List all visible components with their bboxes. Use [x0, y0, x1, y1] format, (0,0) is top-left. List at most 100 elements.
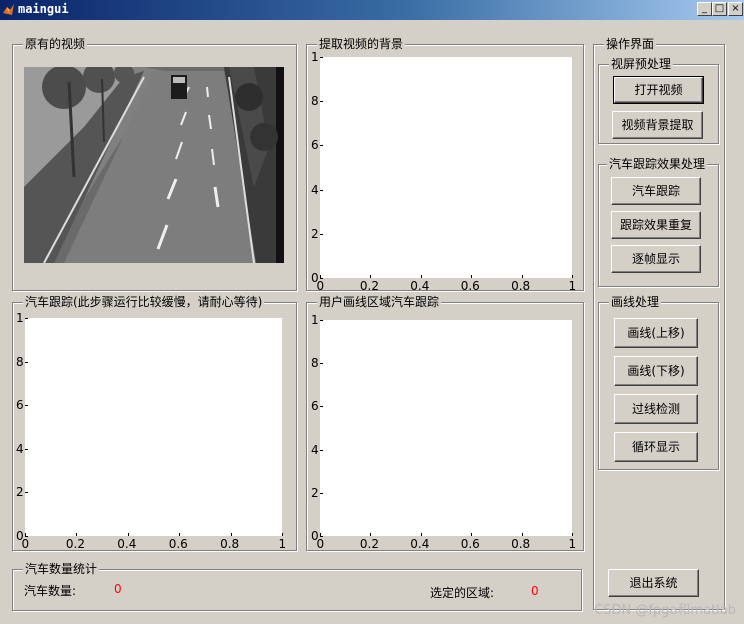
x-tick-label: 0.4 — [410, 279, 430, 293]
background-axes — [320, 57, 572, 278]
y-tick-mark — [25, 405, 28, 407]
y-tick-mark — [320, 406, 323, 408]
x-tick-mark — [521, 533, 523, 536]
y-tick-label: 0 — [311, 529, 319, 543]
title-bar: maingui _ □ × — [0, 0, 744, 20]
x-tick-mark — [420, 275, 422, 278]
y-tick-mark — [320, 536, 323, 537]
x-tick-label: 0.2 — [359, 279, 379, 293]
x-tick-label: 1 — [278, 537, 287, 551]
y-tick-mark — [320, 278, 323, 279]
y-tick-mark — [320, 189, 323, 191]
y-tick-label: 8 — [311, 94, 319, 109]
y-tick-label: 4 — [16, 441, 24, 456]
line-check-button[interactable]: 过线检测 — [614, 394, 698, 424]
car-count-value: 0 — [114, 582, 122, 596]
x-tick-label: 0.6 — [460, 537, 480, 551]
x-tick-mark — [76, 533, 78, 536]
frame-by-frame-button[interactable]: 逐帧显示 — [611, 245, 701, 273]
exit-button[interactable]: 退出系统 — [608, 569, 699, 597]
x-tick-mark — [230, 533, 232, 536]
x-tick-mark — [420, 533, 422, 536]
x-tick-mark — [179, 533, 181, 536]
x-tick-mark — [471, 275, 473, 278]
y-tick-mark — [320, 233, 323, 235]
x-tick-label: 0.8 — [220, 537, 240, 551]
x-tick-mark — [127, 533, 129, 536]
loop-show-button[interactable]: 循环显示 — [614, 432, 698, 462]
replay-button[interactable]: 跟踪效果重复 — [611, 211, 701, 239]
y-tick-label: 1 — [311, 50, 319, 64]
panel-title: 汽车跟踪效果处理 — [607, 157, 708, 171]
y-tick-mark — [320, 320, 323, 321]
y-tick-label: 8 — [16, 354, 24, 369]
car-track-button[interactable]: 汽车跟踪 — [611, 177, 701, 205]
x-tick-label: 0.8 — [511, 279, 531, 293]
tracking-axes — [25, 318, 282, 536]
maximize-icon[interactable]: □ — [712, 2, 727, 16]
line-down-button[interactable]: 画线(下移) — [614, 356, 698, 386]
y-tick-label: 1 — [16, 311, 24, 325]
matlab-logo-icon — [3, 4, 14, 15]
x-tick-label: 0.4 — [410, 537, 430, 551]
panel-title: 视屏预处理 — [609, 57, 674, 71]
panel-title: 汽车数量统计 — [23, 562, 100, 576]
panel-title: 用户画线区域汽车跟踪 — [317, 295, 442, 309]
x-tick-label: 0.8 — [511, 537, 531, 551]
y-tick-mark — [320, 101, 323, 103]
window-title: maingui — [18, 2, 69, 16]
y-tick-label: 0 — [311, 271, 319, 285]
x-tick-mark — [521, 275, 523, 278]
y-tick-mark — [320, 449, 323, 451]
x-tick-label: 0.4 — [117, 537, 137, 551]
y-tick-label: 1 — [311, 313, 319, 327]
y-tick-mark — [320, 363, 323, 365]
panel-title: 提取视频的背景 — [317, 37, 406, 51]
y-tick-label: 4 — [311, 182, 319, 197]
x-tick-label: 0.6 — [168, 537, 188, 551]
x-tick-label: 1 — [568, 279, 577, 293]
stats-panel: 汽车数量统计 — [12, 562, 582, 611]
close-icon[interactable]: × — [728, 2, 743, 16]
y-tick-label: 0 — [16, 529, 24, 543]
x-tick-label: 1 — [568, 537, 577, 551]
y-tick-mark — [320, 492, 323, 494]
video-frame — [24, 67, 284, 263]
user-region-axes — [320, 320, 572, 536]
line-up-button[interactable]: 画线(上移) — [614, 318, 698, 348]
watermark-text: CSDN @fpga和matlab — [594, 603, 736, 618]
y-tick-mark — [25, 361, 28, 363]
region-label: 选定的区域: — [430, 586, 495, 600]
x-tick-mark — [370, 275, 372, 278]
x-tick-label: 0.2 — [65, 537, 85, 551]
panel-title: 操作界面 — [604, 37, 657, 51]
bg-extract-button[interactable]: 视频背景提取 — [612, 111, 703, 139]
y-tick-mark — [25, 536, 28, 537]
y-tick-label: 6 — [311, 138, 319, 153]
region-value: 0 — [531, 584, 539, 598]
y-tick-label: 2 — [311, 485, 319, 500]
x-tick-mark — [572, 533, 573, 536]
y-tick-mark — [25, 448, 28, 450]
y-tick-label: 6 — [311, 399, 319, 414]
y-tick-label: 2 — [16, 485, 24, 500]
y-tick-mark — [25, 492, 28, 494]
y-tick-label: 8 — [311, 356, 319, 371]
panel-title: 汽车跟踪(此步骤运行比较缓慢，请耐心等待) — [23, 295, 265, 309]
x-tick-mark — [370, 533, 372, 536]
car-count-label: 汽车数量: — [24, 584, 77, 598]
x-tick-mark — [471, 533, 473, 536]
open-video-button[interactable]: 打开视频 — [613, 76, 704, 104]
y-tick-label: 4 — [311, 442, 319, 457]
minimize-icon[interactable]: _ — [697, 2, 712, 16]
y-tick-label: 2 — [311, 226, 319, 241]
x-tick-label: 0.6 — [460, 279, 480, 293]
y-tick-label: 6 — [16, 398, 24, 413]
y-tick-mark — [320, 57, 323, 58]
x-tick-label: 0.2 — [359, 537, 379, 551]
panel-title: 画线处理 — [609, 295, 662, 309]
panel-title: 原有的视频 — [23, 37, 88, 51]
x-tick-mark — [572, 275, 573, 278]
y-tick-mark — [320, 145, 323, 147]
x-tick-mark — [282, 533, 283, 536]
